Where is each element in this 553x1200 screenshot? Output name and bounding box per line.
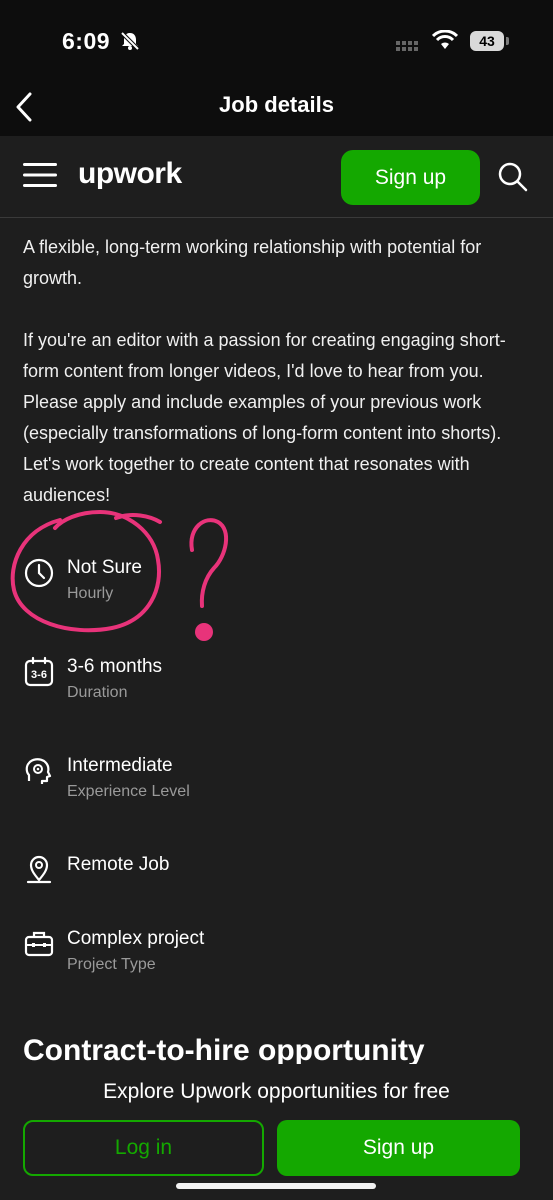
detail-item-rate: Not Sure Hourly <box>23 553 423 609</box>
briefcase-icon <box>23 928 55 960</box>
upwork-logo[interactable]: upwork <box>78 157 182 191</box>
bell-muted-icon <box>119 30 141 57</box>
battery-indicator: 43 <box>470 31 504 51</box>
detail-item-experience: Intermediate Experience Level <box>23 751 423 807</box>
location-pin-icon <box>23 854 55 886</box>
detail-item-location: Remote Job <box>23 850 423 886</box>
detail-subtitle: Project Type <box>67 956 156 973</box>
hamburger-menu-icon[interactable] <box>23 162 57 193</box>
detail-title: 3-6 months <box>67 656 163 677</box>
header-signup-button[interactable]: Sign up <box>341 150 480 205</box>
status-time: 6:09 <box>62 28 111 54</box>
calendar-icon: 3-6 <box>23 656 55 688</box>
signup-button[interactable]: Sign up <box>277 1120 520 1176</box>
section-heading-contract-to-hire: Contract-to-hire opportunity <box>23 1034 425 1067</box>
detail-title: Complex project <box>67 928 205 949</box>
detail-item-duration: 3-6 3-6 months Duration <box>23 652 423 708</box>
detail-subtitle: Duration <box>67 684 128 701</box>
job-description-body: If you're an editor with a passion for c… <box>23 330 506 505</box>
battery-nub <box>506 37 509 45</box>
cellular-signal-icon <box>396 38 424 56</box>
job-description-intro: A flexible, long-term working relationsh… <box>23 237 482 288</box>
clock-icon <box>23 557 55 589</box>
wifi-icon <box>431 29 459 55</box>
explore-text: Explore Upwork opportunities for free <box>103 1080 450 1103</box>
detail-subtitle: Experience Level <box>67 783 190 800</box>
gear-head-icon <box>23 755 55 787</box>
detail-title: Intermediate <box>67 755 173 776</box>
detail-subtitle: Hourly <box>67 585 114 602</box>
detail-title: Remote Job <box>67 854 170 875</box>
calendar-icon-text: 3-6 <box>31 669 47 681</box>
search-icon[interactable] <box>498 162 528 197</box>
page-title: Job details <box>219 92 334 117</box>
detail-item-project-type: Complex project Project Type <box>23 924 423 980</box>
login-button[interactable]: Log in <box>23 1120 264 1176</box>
detail-title: Not Sure <box>67 557 142 578</box>
home-indicator[interactable] <box>176 1183 376 1189</box>
